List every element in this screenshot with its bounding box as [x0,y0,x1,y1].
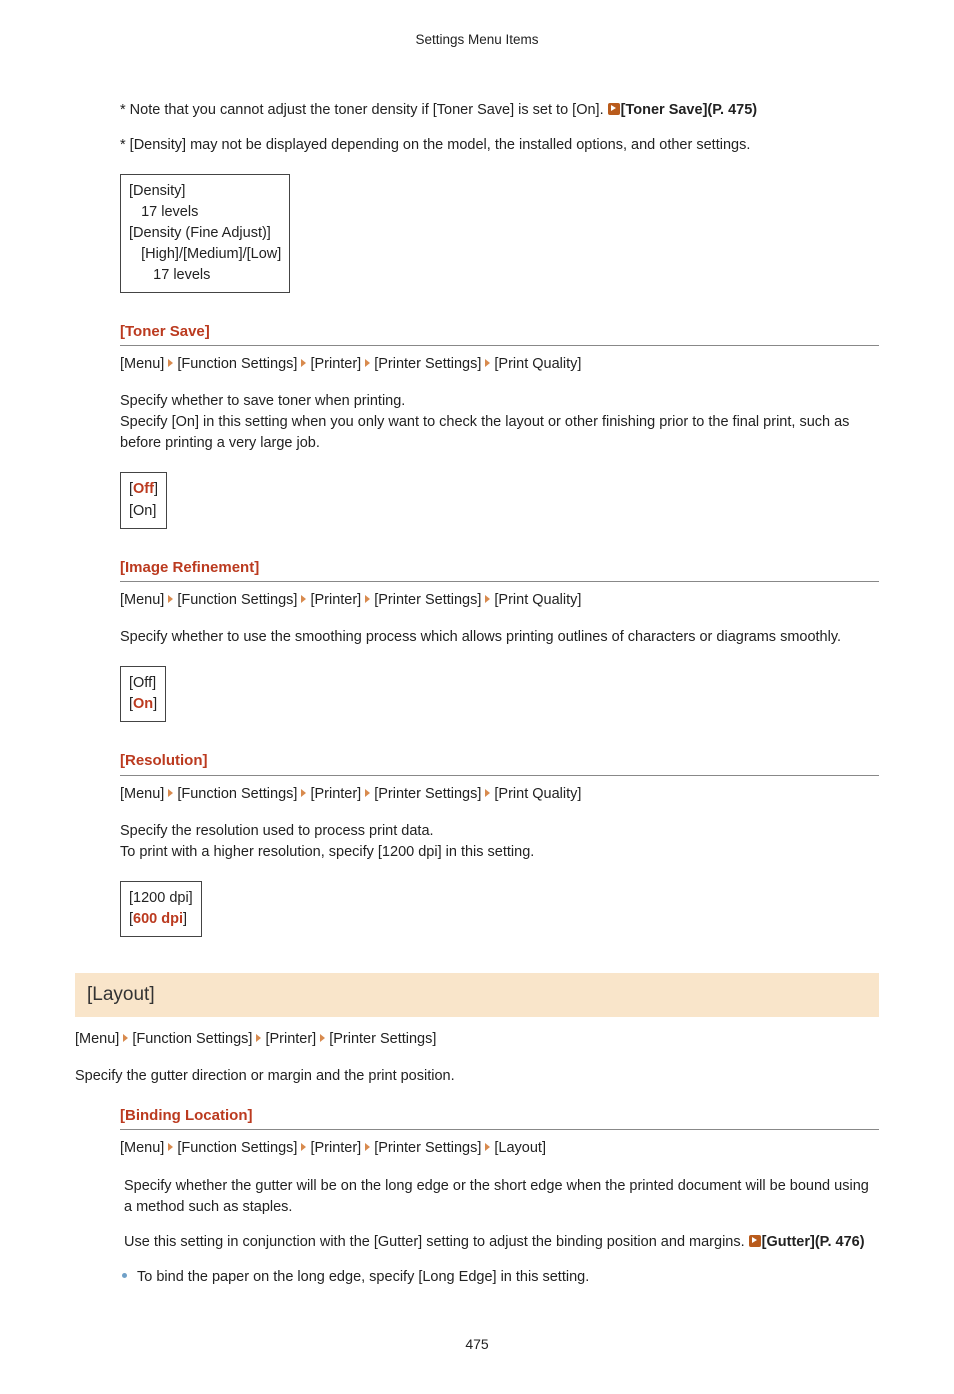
bc-item: [Menu] [120,786,164,802]
bc-item: [Function Settings] [177,356,297,372]
bc-item: [Printer] [265,1031,316,1047]
note-toner-density: * Note that you cannot adjust the toner … [120,100,879,121]
section-image-refinement: [Image Refinement] [Menu] [Function Setti… [120,557,879,723]
text: To print with a higher resolution, speci… [120,844,534,860]
box-line: [Density (Fine Adjust)] [129,223,281,244]
chevron-right-icon [365,359,370,367]
bc-item: [Menu] [120,356,164,372]
bc-item: [Layout] [494,1140,546,1156]
box-line: 17 levels [129,265,281,286]
paragraph: Specify whether to use the smoothing pro… [120,627,879,648]
chevron-right-icon [485,595,490,603]
box-line: 17 levels [129,202,281,223]
breadcrumb: [Menu] [Function Settings] [Printer] [Print… [120,590,879,611]
bc-item: [Print Quality] [494,356,581,372]
bullet-icon [122,1273,127,1278]
bc-item: [Printer] [310,786,361,802]
bc-item: [Printer] [310,592,361,608]
breadcrumb: [Menu] [Function Settings] [Printer] [Print… [75,1029,879,1050]
chevron-right-icon [485,1143,490,1151]
bc-item: [Printer Settings] [374,786,481,802]
page-number: 475 [75,1334,879,1354]
note-density-display: * [Density] may not be displayed dependi… [120,135,879,156]
option: [1200 dpi] [129,888,193,909]
bullet-text: To bind the paper on the long edge, spec… [137,1269,589,1285]
box-line: [High]/[Medium]/[Low] [129,244,281,265]
default-value: On [133,696,153,712]
default-value: 600 dpi [133,911,183,927]
chevron-right-icon [301,359,306,367]
bc-item: [Function Settings] [177,786,297,802]
paragraph: Specify the resolution used to process p… [120,821,879,863]
subheading-toner-save: [Toner Save] [120,321,879,347]
image-refinement-options-box: [Off] [On] [120,666,166,722]
section-bar-layout: [Layout] [75,973,879,1017]
link-arrow-icon [749,1235,761,1247]
chevron-right-icon [168,1143,173,1151]
paragraph: Use this setting in conjunction with the… [124,1232,879,1253]
chevron-right-icon [256,1034,261,1042]
chevron-right-icon [168,789,173,797]
bc-item: [Print Quality] [494,786,581,802]
subheading-resolution: [Resolution] [120,750,879,776]
section-toner-save: [Toner Save] [Menu] [Function Settings] [P… [120,321,879,529]
paragraph: Specify whether the gutter will be on th… [124,1176,879,1218]
chevron-right-icon [123,1034,128,1042]
section-binding-location: [Binding Location] [Menu] [Function Setti… [120,1105,879,1288]
breadcrumb: [Menu] [Function Settings] [Printer] [Print… [120,1138,879,1159]
cross-ref-gutter[interactable]: [Gutter](P. 476) [762,1234,865,1250]
chevron-right-icon [320,1034,325,1042]
subheading-image-refinement: [Image Refinement] [120,557,879,583]
bc-item: [Printer Settings] [374,592,481,608]
bc-item: [Menu] [120,592,164,608]
option-default: [On] [129,694,157,715]
chevron-right-icon [168,595,173,603]
bc-item: [Function Settings] [132,1031,252,1047]
subheading-binding-location: [Binding Location] [120,1105,879,1131]
chevron-right-icon [301,1143,306,1151]
breadcrumb: [Menu] [Function Settings] [Printer] [Print… [120,354,879,375]
breadcrumb: [Menu] [Function Settings] [Printer] [Print… [120,784,879,805]
text: Specify whether to save toner when print… [120,393,405,409]
bc-item: [Printer Settings] [329,1031,436,1047]
bc-item: [Printer] [310,356,361,372]
option-default: [600 dpi] [129,909,193,930]
bc-item: [Print Quality] [494,592,581,608]
option: [On] [129,501,158,522]
bc-item: [Printer Settings] [374,1140,481,1156]
bc-item: [Printer Settings] [374,356,481,372]
note-text: * Note that you cannot adjust the toner … [120,102,608,118]
bc-item: [Function Settings] [177,592,297,608]
bullet-item: To bind the paper on the long edge, spec… [122,1267,879,1288]
cross-ref-toner-save[interactable]: [Toner Save](P. 475) [621,102,757,118]
paragraph: Specify whether to save toner when print… [120,391,879,454]
chevron-right-icon [168,359,173,367]
text: Specify [On] in this setting when you on… [120,414,849,451]
bc-item: [Menu] [75,1031,119,1047]
paragraph: Specify the gutter direction or margin a… [75,1066,879,1087]
text: Specify the resolution used to process p… [120,823,434,839]
option: [Off] [129,673,157,694]
resolution-options-box: [1200 dpi] [600 dpi] [120,881,202,937]
chevron-right-icon [301,789,306,797]
section-resolution: [Resolution] [Menu] [Function Settings] [P… [120,750,879,937]
option-default: [Off] [129,479,158,500]
running-header: Settings Menu Items [75,30,879,50]
link-arrow-icon [608,103,620,115]
default-value: Off [133,481,154,497]
chevron-right-icon [365,1143,370,1151]
text: Use this setting in conjunction with the… [124,1234,749,1250]
toner-save-options-box: [Off] [On] [120,472,167,528]
bc-item: [Function Settings] [177,1140,297,1156]
box-line: [Density] [129,181,281,202]
page-container: Settings Menu Items * Note that you cann… [0,0,954,1394]
chevron-right-icon [365,595,370,603]
chevron-right-icon [365,789,370,797]
chevron-right-icon [485,789,490,797]
chevron-right-icon [485,359,490,367]
bc-item: [Printer] [310,1140,361,1156]
density-options-box: [Density] 17 levels [Density (Fine Adjus… [120,174,290,293]
chevron-right-icon [301,595,306,603]
bc-item: [Menu] [120,1140,164,1156]
